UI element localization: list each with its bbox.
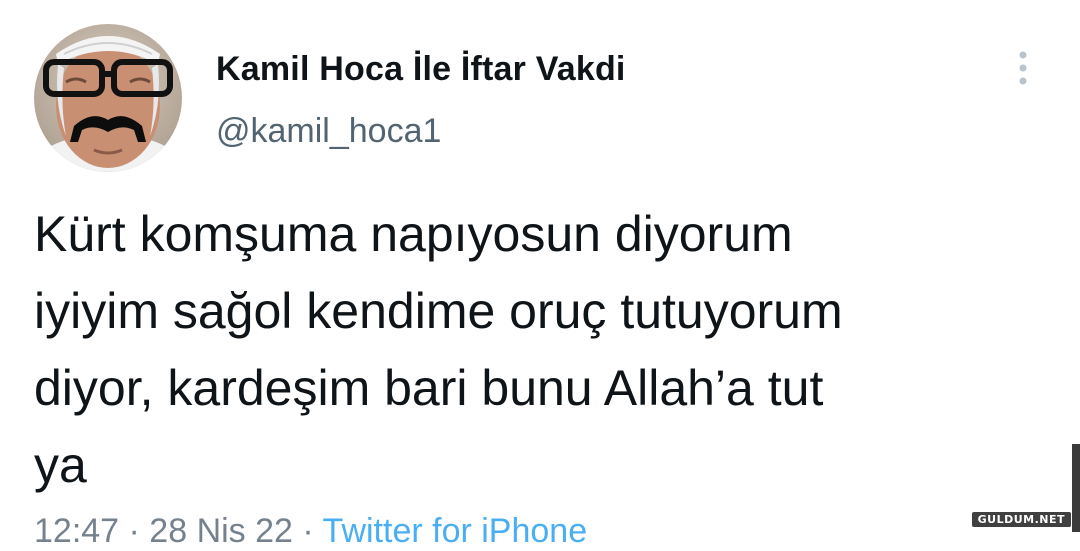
profile-photo: [34, 24, 182, 172]
more-options-button[interactable]: [1008, 48, 1038, 88]
user-handle[interactable]: @kamil_hoca1: [216, 112, 441, 151]
display-name[interactable]: Kamil Hoca İle İftar Vakdi: [216, 50, 626, 89]
watermark: GULDUM.NET: [970, 511, 1072, 528]
tweet-text: Kürt komşuma napıyosun diyorum iyiyim sa…: [34, 206, 843, 493]
tweet-source-link[interactable]: Twitter for iPhone: [323, 512, 588, 550]
scrollbar[interactable]: [1072, 444, 1080, 532]
more-vertical-icon: [1019, 51, 1027, 85]
avatar[interactable]: [34, 24, 182, 172]
tweet-timestamp[interactable]: 12:47 · 28 Nis 22 ·: [34, 512, 323, 550]
